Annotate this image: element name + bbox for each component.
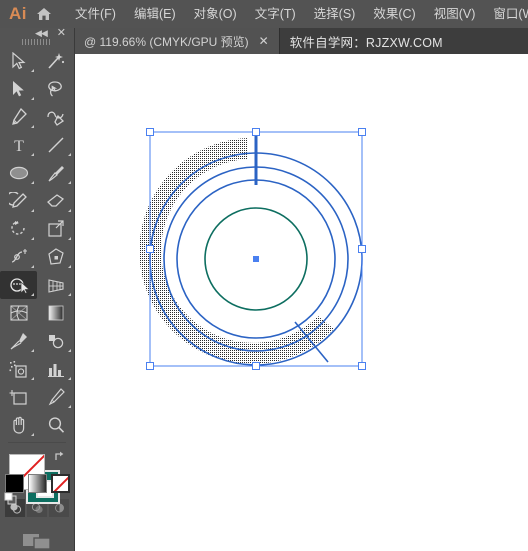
default-fill-stroke-icon[interactable]	[4, 492, 18, 511]
gradient-tool[interactable]	[37, 299, 74, 327]
blend-tool[interactable]	[37, 327, 74, 355]
tools-panel: ◀◀ ✕ T	[0, 28, 75, 551]
canvas-area[interactable]	[74, 54, 528, 551]
close-icon[interactable]: ✕	[257, 35, 271, 47]
menu-bar: Ai 文件(F) 编辑(E) 对象(O) 文字(T) 选择(S) 效果(C) 视…	[0, 0, 528, 28]
document-tab-bar: @ 119.66% (CMYK/GPU 预览) ✕ 软件自学网：RJZXW.CO…	[0, 28, 528, 54]
highlighted-ring-region	[139, 138, 334, 364]
scale-tool[interactable]	[37, 215, 74, 243]
artwork-svg	[139, 128, 366, 370]
collapse-icon[interactable]: ◀◀	[35, 29, 48, 38]
menu-type[interactable]: 文字(T)	[246, 3, 305, 25]
type-tool[interactable]: T	[0, 131, 37, 159]
zoom-tool[interactable]	[37, 411, 74, 439]
screen-mode-button[interactable]	[0, 529, 74, 551]
center-anchor-point	[253, 256, 259, 262]
perspective-grid-tool[interactable]	[37, 271, 74, 299]
mesh-tool[interactable]	[0, 299, 37, 327]
column-graph-tool[interactable]	[37, 355, 74, 383]
line-segment-tool[interactable]	[37, 131, 74, 159]
handle-middle-left[interactable]	[146, 245, 154, 253]
slice-tool[interactable]	[37, 383, 74, 411]
color-button[interactable]	[4, 474, 24, 493]
menu-file[interactable]: 文件(F)	[66, 3, 125, 25]
none-slash-icon	[52, 476, 68, 491]
handle-top-center[interactable]	[252, 128, 260, 136]
none-button[interactable]	[50, 474, 70, 493]
handle-bottom-left[interactable]	[146, 362, 154, 370]
watermark-text: 软件自学网：RJZXW.COM	[289, 35, 443, 50]
width-tool[interactable]	[0, 243, 37, 271]
close-icon[interactable]: ✕	[57, 28, 66, 39]
handle-top-left[interactable]	[146, 128, 154, 136]
eyedropper-tool[interactable]	[0, 327, 37, 355]
app-logo: Ai	[9, 4, 27, 23]
document-tab[interactable]: @ 119.66% (CMYK/GPU 预览) ✕	[74, 28, 280, 54]
handle-bottom-center[interactable]	[252, 362, 260, 370]
document-tab-title: @ 119.66% (CMYK/GPU 预览)	[84, 34, 249, 49]
illustrator-window: Ai 文件(F) 编辑(E) 对象(O) 文字(T) 选择(S) 效果(C) 视…	[0, 0, 528, 551]
menu-view[interactable]: 视图(V)	[425, 3, 485, 25]
shape-builder-tool[interactable]	[0, 271, 37, 299]
magic-wand-tool[interactable]	[37, 47, 74, 75]
free-transform-tool[interactable]	[37, 243, 74, 271]
fill-stroke-controls	[0, 448, 74, 505]
menu-window[interactable]: 窗口(W)	[484, 3, 528, 25]
handle-top-right[interactable]	[358, 128, 366, 136]
gradient-button[interactable]	[27, 474, 47, 493]
handle-middle-right[interactable]	[358, 245, 366, 253]
svg-text:T: T	[14, 138, 24, 154]
paintbrush-tool[interactable]	[37, 159, 74, 187]
artboard-tool[interactable]	[0, 383, 37, 411]
lasso-tool[interactable]	[37, 75, 74, 103]
shaper-tool[interactable]	[0, 187, 37, 215]
menu-edit[interactable]: 编辑(E)	[125, 3, 185, 25]
menu-effect[interactable]: 效果(C)	[364, 3, 424, 25]
handle-bottom-right[interactable]	[358, 362, 366, 370]
color-mode-buttons	[0, 474, 74, 493]
curvature-tool[interactable]	[37, 103, 74, 131]
selection-tool[interactable]	[0, 47, 37, 75]
rotate-tool[interactable]	[0, 215, 37, 243]
tool-grid: T	[0, 45, 74, 439]
symbol-sprayer-tool[interactable]	[0, 355, 37, 383]
eraser-tool[interactable]	[37, 187, 74, 215]
menu-item-list: 文件(F) 编辑(E) 对象(O) 文字(T) 选择(S) 效果(C) 视图(V…	[66, 3, 528, 25]
tools-panel-header: ◀◀ ✕	[0, 28, 74, 39]
home-icon[interactable]	[36, 0, 52, 28]
hand-tool[interactable]	[0, 411, 37, 439]
ellipse-tool[interactable]	[0, 159, 37, 187]
pen-tool[interactable]	[0, 103, 37, 131]
direct-selection-tool[interactable]	[0, 75, 37, 103]
menu-select[interactable]: 选择(S)	[305, 3, 365, 25]
swap-fill-stroke-icon[interactable]	[54, 450, 68, 469]
menu-object[interactable]: 对象(O)	[185, 3, 246, 25]
